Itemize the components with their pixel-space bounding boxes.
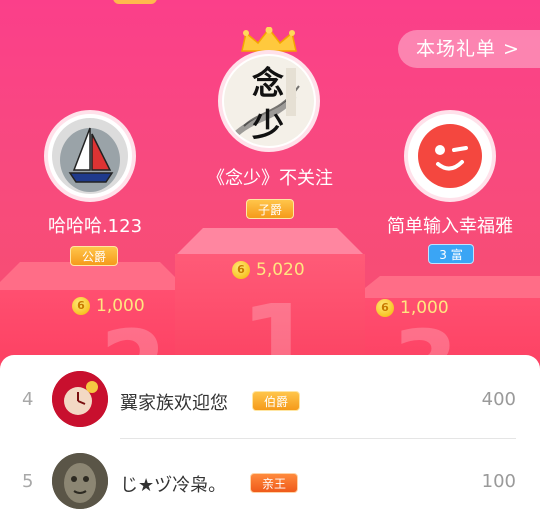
wink-face-icon [418, 124, 482, 188]
avatar-third-image [412, 118, 488, 194]
podium-1-top [175, 228, 365, 256]
ranking-stage: 本场礼单 > 2 3 1 念 少 《念少》不关注 哈哈哈.123 简单输入幸福雅… [0, 0, 540, 380]
avatar-third[interactable] [404, 110, 496, 202]
list-badge: 伯爵 [252, 391, 300, 411]
podium-3-top [350, 276, 540, 300]
ranking-list: 4 翼家族欢迎您 伯爵 400 5 じ★ヅ冷枭。 亲王 100 [0, 355, 540, 514]
divider [120, 438, 516, 439]
third-score-value: 1,000 [400, 298, 449, 318]
list-item[interactable]: 5 じ★ヅ冷枭。 亲王 100 [0, 443, 540, 514]
third-score: 6 1,000 [376, 298, 449, 318]
first-score-value: 5,020 [256, 260, 305, 280]
third-badge: 3 富 [428, 244, 474, 264]
list-username: 翼家族欢迎您 [120, 393, 228, 414]
list-avatar [52, 371, 108, 427]
first-badge: 子爵 [246, 199, 294, 219]
first-name: 《念少》不关注 [207, 168, 333, 189]
list-value: 400 [481, 389, 516, 410]
list-avatar [52, 453, 108, 509]
list-rank: 5 [22, 471, 34, 492]
avatar-first-glyph-bottom: 少 [252, 106, 285, 144]
second-badge: 公爵 [70, 246, 118, 266]
avatar-first[interactable]: 念 少 [218, 50, 320, 152]
statue-face-icon [52, 453, 108, 509]
list-item[interactable]: 4 翼家族欢迎您 伯爵 400 [0, 361, 540, 439]
gift-list-button[interactable]: 本场礼单 > [398, 30, 540, 68]
list-username: じ★ヅ冷枭。 [120, 475, 227, 496]
sailboat-icon [60, 127, 120, 192]
first-score: 6 5,020 [232, 260, 305, 280]
list-badge: 亲王 [250, 473, 298, 493]
avatar-second[interactable] [44, 110, 136, 202]
top-tab-indicator [113, 0, 157, 4]
second-name: 哈哈哈.123 [47, 216, 143, 237]
avatar-first-glyph-top: 念 [252, 64, 285, 102]
list-value: 100 [481, 471, 516, 492]
list-rank: 4 [22, 389, 34, 410]
coin-icon: 6 [72, 297, 90, 315]
second-score: 6 1,000 [72, 296, 145, 316]
second-score-value: 1,000 [96, 296, 145, 316]
clock-emblem-icon [52, 371, 108, 427]
coin-icon: 6 [376, 299, 394, 317]
third-name: 简单输入幸福雅 [387, 216, 513, 237]
avatar-second-image [52, 118, 128, 194]
coin-icon: 6 [232, 261, 250, 279]
